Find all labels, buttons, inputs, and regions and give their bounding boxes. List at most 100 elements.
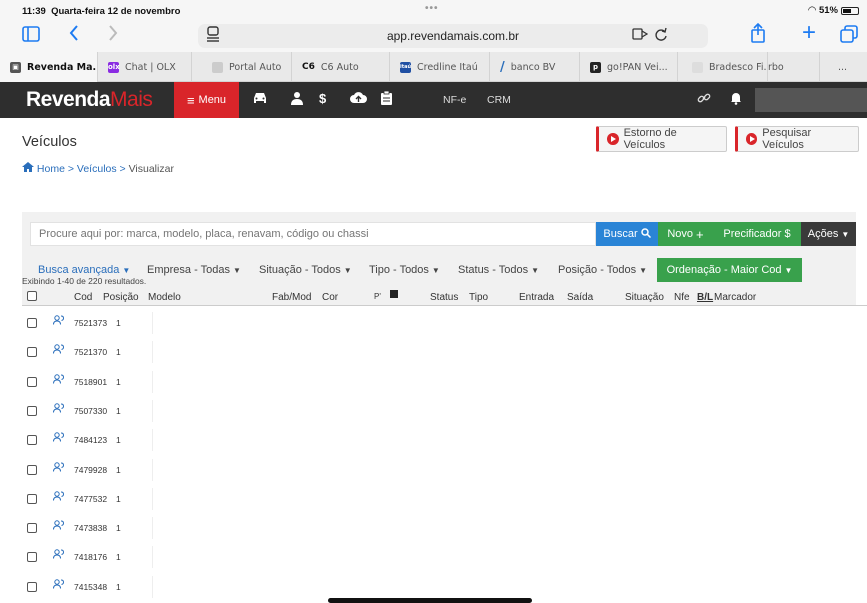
- dollar-icon[interactable]: $: [319, 91, 326, 106]
- tab-chat-olx[interactable]: olx Chat | OLX: [98, 52, 192, 82]
- ordenacao-dropdown[interactable]: Ordenação - Maior Cod ▼: [657, 258, 802, 282]
- back-icon[interactable]: [68, 24, 80, 47]
- forward-icon[interactable]: [107, 24, 119, 47]
- table-row[interactable]: 7415348 1: [22, 572, 162, 602]
- tab-gopan[interactable]: p go!PAN Vei...: [580, 52, 678, 82]
- revenda-mais-logo[interactable]: RevendaMais: [26, 88, 153, 112]
- comments-icon[interactable]: [53, 432, 65, 445]
- col-entrada[interactable]: Entrada: [519, 292, 554, 303]
- row-cod[interactable]: 7418176: [74, 552, 107, 562]
- comments-icon[interactable]: [53, 403, 65, 416]
- pesquisar-veiculos-button[interactable]: Pesquisar Veículos: [735, 126, 859, 152]
- comments-icon[interactable]: [53, 491, 65, 504]
- row-cod[interactable]: 7479928: [74, 465, 107, 475]
- row-checkbox[interactable]: [27, 405, 37, 416]
- situacao-filter[interactable]: Situação - Todos ▼: [259, 264, 352, 276]
- comments-icon[interactable]: [53, 373, 65, 387]
- multitask-dots[interactable]: •••: [425, 3, 439, 14]
- buscar-button[interactable]: Buscar: [596, 222, 658, 246]
- bell-icon[interactable]: [730, 91, 742, 108]
- row-checkbox[interactable]: [27, 523, 37, 534]
- tab-c6-auto[interactable]: C6 C6 Auto: [292, 52, 390, 82]
- posicao-filter[interactable]: Posição - Todos ▼: [558, 264, 647, 276]
- col-tipo[interactable]: Tipo: [469, 292, 488, 303]
- home-indicator[interactable]: [328, 598, 532, 603]
- nav-crm[interactable]: CRM: [487, 94, 511, 106]
- share-icon[interactable]: [750, 22, 766, 48]
- busca-avancada-toggle[interactable]: Busca avançada ▼: [38, 264, 130, 276]
- col-posicao[interactable]: Posição: [103, 292, 139, 303]
- link-icon[interactable]: [697, 91, 711, 108]
- row-cod[interactable]: 7415348: [74, 582, 107, 592]
- col-saida[interactable]: Saída: [567, 292, 593, 303]
- status-filter[interactable]: Status - Todos ▼: [458, 264, 539, 276]
- tab-bradesco[interactable]: Bradesco Fi...: [678, 52, 768, 82]
- table-row[interactable]: 7521370 1: [22, 337, 162, 367]
- row-checkbox[interactable]: [27, 347, 37, 358]
- reload-icon[interactable]: [654, 26, 668, 45]
- comments-icon[interactable]: [53, 344, 65, 357]
- breadcrumb-veiculos[interactable]: Veículos: [77, 163, 117, 175]
- col-fabmod[interactable]: Fab/Mod: [272, 292, 311, 303]
- row-cod[interactable]: 7518901: [74, 377, 107, 387]
- select-all-checkbox[interactable]: [27, 291, 37, 301]
- table-row[interactable]: 7484123 1: [22, 425, 162, 455]
- tab-rbo[interactable]: rbo: [768, 52, 820, 82]
- user-icon[interactable]: [291, 91, 303, 108]
- col-cod[interactable]: Cod: [74, 292, 92, 303]
- clipboard-icon[interactable]: [381, 90, 392, 108]
- precificador-button[interactable]: Precificador $: [713, 222, 801, 246]
- novo-button[interactable]: Novo +: [658, 222, 713, 246]
- tab-overflow[interactable]: ...: [820, 52, 867, 82]
- menu-button[interactable]: ≡ Menu: [174, 82, 239, 118]
- row-checkbox[interactable]: [27, 581, 37, 592]
- col-p[interactable]: P': [374, 292, 381, 301]
- col-modelo[interactable]: Modelo: [148, 292, 181, 303]
- comments-icon[interactable]: [53, 578, 65, 592]
- table-row[interactable]: 7418176 1: [22, 542, 162, 572]
- comments-icon[interactable]: [53, 461, 65, 475]
- new-tab-icon[interactable]: +: [802, 21, 816, 45]
- row-cod[interactable]: 7484123: [74, 435, 107, 445]
- row-cod[interactable]: 7473838: [74, 523, 107, 533]
- empresa-filter[interactable]: Empresa - Todas ▼: [147, 264, 241, 276]
- table-row[interactable]: 7518901 1: [22, 367, 162, 397]
- table-row[interactable]: 7477532 1: [22, 484, 162, 514]
- col-cor[interactable]: Cor: [322, 292, 338, 303]
- tab-portal-auto[interactable]: Portal Auto: [192, 52, 292, 82]
- tabs-icon[interactable]: [840, 25, 858, 48]
- row-cod[interactable]: 7521373: [74, 318, 107, 328]
- search-input[interactable]: [30, 222, 596, 246]
- table-row[interactable]: 7507330 1: [22, 396, 162, 426]
- col-status[interactable]: Status: [430, 292, 458, 303]
- row-checkbox[interactable]: [27, 435, 37, 446]
- user-area[interactable]: [755, 88, 867, 112]
- row-checkbox[interactable]: [27, 493, 37, 504]
- nav-nfe[interactable]: NF-e: [443, 94, 466, 106]
- tab-credline-itau[interactable]: itaú Credline Itaú: [390, 52, 490, 82]
- breadcrumb-home[interactable]: Home: [37, 163, 65, 175]
- sidebar-icon[interactable]: [22, 25, 40, 47]
- tipo-filter[interactable]: Tipo - Todos ▼: [369, 264, 440, 276]
- col-marcador[interactable]: Marcador: [714, 292, 756, 303]
- comments-icon[interactable]: [53, 549, 65, 562]
- cloud-upload-icon[interactable]: [350, 91, 367, 107]
- row-cod[interactable]: 7521370: [74, 347, 107, 357]
- estorno-veiculos-button[interactable]: Estorno de Veículos: [596, 126, 727, 152]
- row-cod[interactable]: 7507330: [74, 406, 107, 416]
- row-checkbox[interactable]: [27, 464, 37, 475]
- comments-icon[interactable]: [53, 520, 65, 533]
- col-nfe[interactable]: Nfe: [674, 292, 690, 303]
- row-checkbox[interactable]: [27, 376, 37, 387]
- table-row[interactable]: 7521373 1: [22, 308, 162, 338]
- col-situacao[interactable]: Situação: [625, 292, 664, 303]
- acoes-dropdown[interactable]: Ações ▼: [801, 222, 856, 246]
- row-checkbox[interactable]: [27, 318, 37, 328]
- table-row[interactable]: 7479928 1: [22, 455, 162, 485]
- tab-revenda-mais[interactable]: ▣ Revenda Ma...: [0, 52, 98, 82]
- home-icon[interactable]: [22, 162, 37, 175]
- car-icon[interactable]: [252, 91, 268, 108]
- table-row[interactable]: 7473838 1: [22, 513, 162, 543]
- address-bar[interactable]: app.revendamais.com.br: [198, 24, 708, 48]
- comments-icon[interactable]: [53, 315, 65, 328]
